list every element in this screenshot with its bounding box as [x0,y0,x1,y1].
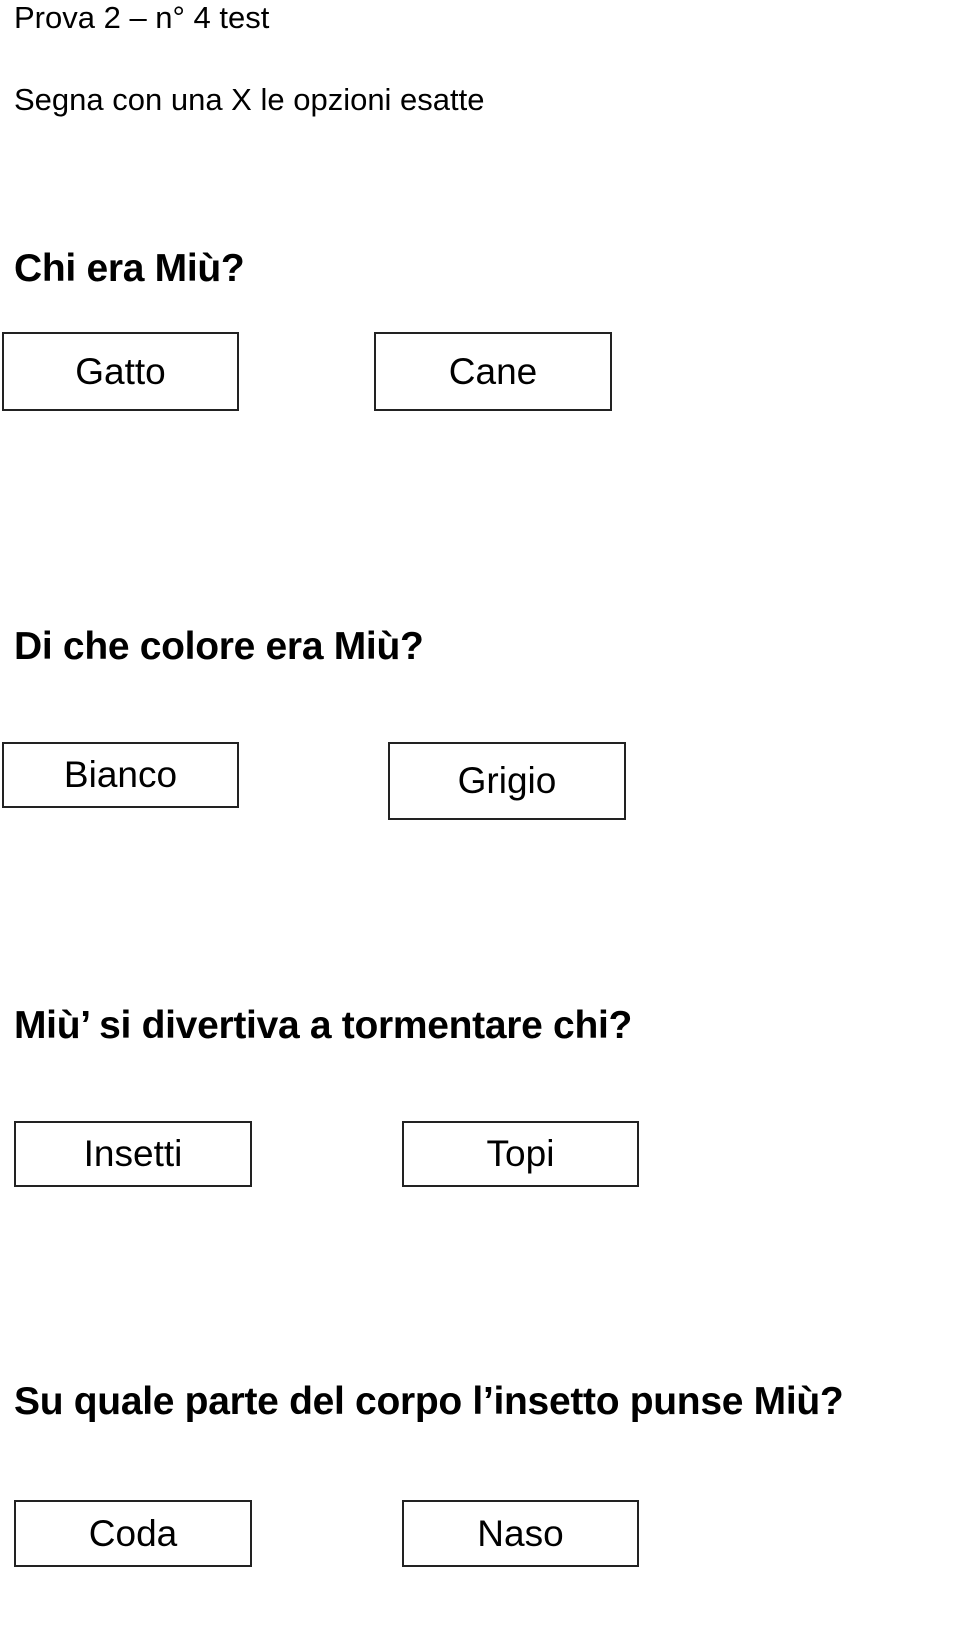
option-label: Gatto [75,350,166,392]
question-3-text: Miù’ si divertiva a tormentare chi? [14,1004,633,1047]
question-4-option-1[interactable]: Coda [14,1500,252,1567]
question-3-option-1[interactable]: Insetti [14,1121,252,1187]
worksheet-title: Prova 2 – n° 4 test [14,0,270,35]
option-label: Grigio [457,760,557,801]
option-label: Insetti [83,1133,183,1174]
question-2-option-2[interactable]: Grigio [388,742,626,820]
option-label: Coda [88,1512,178,1554]
option-label: Bianco [63,754,178,795]
question-2-text: Di che colore era Miù? [14,625,424,668]
question-4-text: Su quale parte del corpo l’insetto punse… [14,1380,844,1423]
question-1-option-2[interactable]: Cane [374,332,612,411]
question-3-option-2[interactable]: Topi [402,1121,639,1187]
question-1-text: Chi era Miù? [14,247,245,290]
option-label: Cane [448,350,538,392]
instruction-text: Segna con una X le opzioni esatte [14,82,485,117]
option-label: Topi [486,1133,555,1174]
question-2-option-1[interactable]: Bianco [2,742,239,808]
question-1-option-1[interactable]: Gatto [2,332,239,411]
option-label: Naso [477,1512,564,1554]
question-4-option-2[interactable]: Naso [402,1500,639,1567]
